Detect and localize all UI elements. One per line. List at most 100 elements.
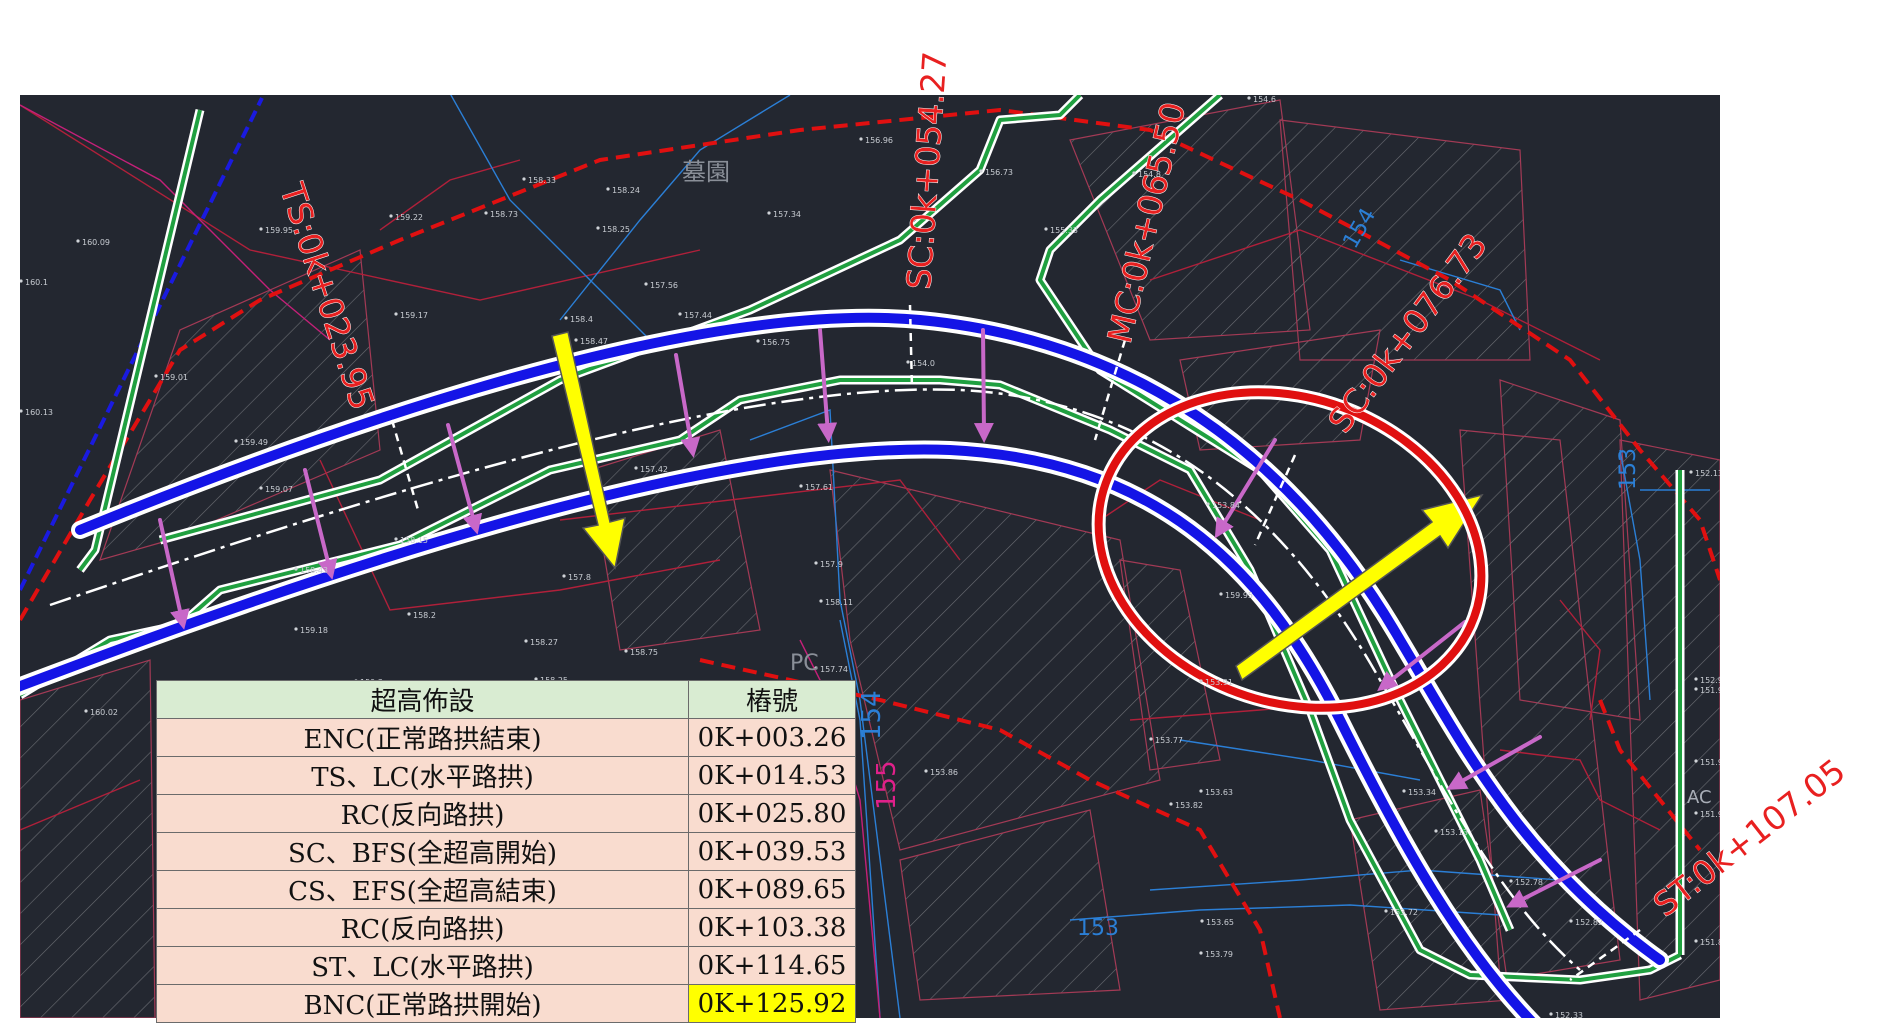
row-station-highlighted: 0K+125.92 bbox=[688, 984, 856, 1023]
elevation-dot bbox=[76, 239, 80, 243]
elevation-dot bbox=[394, 537, 398, 541]
elevation-label: 153.65 bbox=[1206, 918, 1234, 927]
elevation-label: 153.34 bbox=[1408, 788, 1436, 797]
row-name: BNC(正常路拱開始) bbox=[155, 984, 690, 1023]
pc-label: PC bbox=[790, 651, 819, 676]
elevation-dot bbox=[154, 374, 158, 378]
elevation-dot bbox=[20, 409, 23, 413]
elevation-label: 158.11 bbox=[825, 598, 853, 607]
elevation-label: 152.82 bbox=[1575, 918, 1603, 927]
elevation-label: 159.01 bbox=[160, 373, 188, 382]
elevation-dot bbox=[259, 227, 263, 231]
elevation-label: 152.33 bbox=[1555, 1011, 1583, 1018]
elevation-label: 158.24 bbox=[612, 186, 640, 195]
row-name: RC(反向路拱) bbox=[155, 908, 690, 947]
elevation-dot bbox=[1199, 951, 1203, 955]
elevation-label: 160.13 bbox=[25, 408, 53, 417]
elevation-dot bbox=[294, 567, 298, 571]
elevation-label: 157.9 bbox=[820, 560, 843, 569]
elevation-dot bbox=[389, 214, 393, 218]
elevation-dot bbox=[564, 316, 568, 320]
row-station: 0K+089.65 bbox=[688, 870, 856, 909]
elevation-label: 151.99 bbox=[1700, 686, 1728, 695]
table-row: BNC(正常路拱開始) 0K+125.92 bbox=[155, 984, 856, 1023]
elevation-dot bbox=[84, 709, 88, 713]
table-row: SC、BFS(全超高開始) 0K+039.53 bbox=[155, 832, 856, 871]
elevation-dot bbox=[1694, 939, 1698, 943]
elevation-dot bbox=[1384, 909, 1388, 913]
elevation-label: 158.27 bbox=[530, 638, 558, 647]
elevation-dot bbox=[1200, 919, 1204, 923]
elevation-dot bbox=[1509, 879, 1513, 883]
elevation-label: 153.63 bbox=[1205, 788, 1233, 797]
elevation-dot bbox=[634, 466, 638, 470]
elevation-label: 157.8 bbox=[568, 573, 591, 582]
elevation-dot bbox=[596, 226, 600, 230]
elevation-dot bbox=[1169, 802, 1173, 806]
elevation-dot bbox=[1199, 789, 1203, 793]
elevation-label: 158.73 bbox=[490, 210, 518, 219]
elevation-label: 160.09 bbox=[82, 238, 110, 247]
elevation-label: 160.02 bbox=[90, 708, 118, 717]
row-station: 0K+103.38 bbox=[688, 908, 856, 947]
elevation-dot bbox=[819, 599, 823, 603]
row-name: ST、LC(水平路拱) bbox=[155, 946, 690, 985]
elevation-dot bbox=[1402, 789, 1406, 793]
row-name: RC(反向路拱) bbox=[155, 794, 690, 833]
elevation-label: 157.34 bbox=[773, 210, 801, 219]
elevation-label: 158.4 bbox=[570, 315, 593, 324]
elevation-dot bbox=[799, 484, 803, 488]
elevation-dot bbox=[814, 561, 818, 565]
elevation-label: 160.1 bbox=[25, 278, 48, 287]
elevation-label: 157.56 bbox=[650, 281, 678, 290]
elevation-label: 159.49 bbox=[240, 438, 268, 447]
elevation-label: 154.6 bbox=[1253, 95, 1276, 104]
elevation-dot bbox=[624, 649, 628, 653]
elevation-dot bbox=[1694, 759, 1698, 763]
elevation-dot bbox=[1132, 171, 1136, 175]
table-row: RC(反向路拱) 0K+025.80 bbox=[155, 794, 856, 833]
elevation-label: 153.72 bbox=[1390, 908, 1418, 917]
elevation-dot bbox=[1694, 687, 1698, 691]
elevation-label: 157.74 bbox=[820, 665, 848, 674]
table-header-row: 超高佈設 樁號 bbox=[155, 680, 856, 719]
contour-label-154-mid: 154 bbox=[857, 690, 887, 740]
elevation-label: 156.96 bbox=[865, 136, 893, 145]
cemetery-label: 墓園 bbox=[682, 158, 730, 186]
elevation-dot bbox=[1199, 679, 1203, 683]
elevation-dot bbox=[394, 312, 398, 316]
elevation-label: 153.79 bbox=[1205, 950, 1233, 959]
elevation-dot bbox=[678, 312, 682, 316]
elevation-label: 153.91 bbox=[1205, 678, 1233, 687]
row-name: SC、BFS(全超高開始) bbox=[155, 832, 690, 871]
elevation-dot bbox=[1206, 502, 1210, 506]
elevation-label: 158.33 bbox=[528, 176, 556, 185]
elevation-label: 153.13 bbox=[1440, 828, 1468, 837]
elevation-label: 158.15 bbox=[400, 536, 428, 545]
elevation-dot bbox=[979, 169, 983, 173]
elevation-label: 152.78 bbox=[1515, 878, 1543, 887]
elevation-label: 156.73 bbox=[985, 168, 1013, 177]
row-station: 0K+003.26 bbox=[688, 718, 856, 757]
row-name: CS、EFS(全超高結束) bbox=[155, 870, 690, 909]
elevation-label: 153.77 bbox=[1155, 736, 1183, 745]
contour-label-155-mid: 155 bbox=[872, 760, 902, 810]
column-header-station: 樁號 bbox=[688, 680, 856, 719]
ac-label: AC bbox=[1687, 787, 1712, 808]
elevation-label: 157.44 bbox=[684, 311, 712, 320]
elevation-dot bbox=[606, 187, 610, 191]
elevation-dot bbox=[1044, 227, 1048, 231]
elevation-label: 153.84 bbox=[1212, 501, 1240, 510]
elevation-dot bbox=[294, 627, 298, 631]
elevation-dot bbox=[906, 360, 910, 364]
elevation-dot bbox=[767, 211, 771, 215]
elevation-dot bbox=[1219, 592, 1223, 596]
elevation-dot bbox=[1549, 1012, 1553, 1016]
elevation-dot bbox=[756, 339, 760, 343]
elevation-label: 158.75 bbox=[630, 648, 658, 657]
table-row: RC(反向路拱) 0K+103.38 bbox=[155, 908, 856, 947]
contour-label-153-bottom: 153 bbox=[1077, 916, 1119, 941]
table-row: CS、EFS(全超高結束) 0K+089.65 bbox=[155, 870, 856, 909]
column-header-superelevation: 超高佈設 bbox=[155, 680, 690, 719]
elevation-label: 151.96 bbox=[1700, 810, 1728, 819]
